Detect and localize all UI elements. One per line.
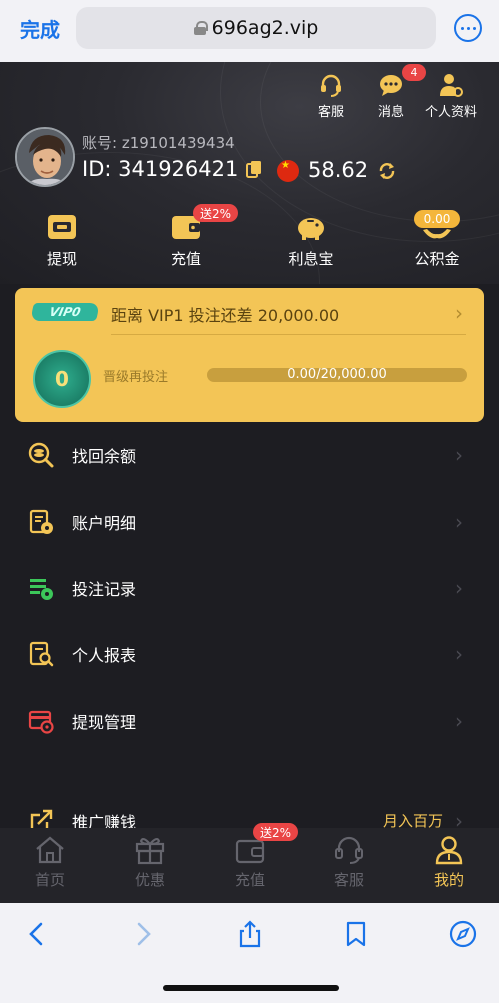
vip-goal-text: 距离 VIP1 投注还差 20,000.00 bbox=[111, 306, 340, 325]
tab-home[interactable]: 首页 bbox=[10, 834, 90, 890]
messages-shortcut[interactable]: 消息 bbox=[378, 72, 404, 120]
tab-offers-label: 优惠 bbox=[134, 871, 165, 889]
more-options-button[interactable] bbox=[454, 14, 482, 42]
report-search-icon bbox=[29, 642, 54, 667]
profile-shortcut[interactable]: 个人资料 bbox=[425, 72, 477, 120]
menu-item-label: 提现管理 bbox=[72, 712, 137, 732]
china-flag-icon bbox=[277, 160, 299, 182]
interest-action[interactable]: 利息宝 bbox=[266, 212, 356, 269]
messages-badge: 4 bbox=[402, 64, 426, 81]
url-bar[interactable]: 696ag2.vip bbox=[76, 7, 436, 49]
done-button[interactable]: 完成 bbox=[20, 14, 60, 43]
compass-icon[interactable] bbox=[448, 919, 478, 949]
vip-medal-level: 0 bbox=[55, 367, 69, 391]
withdraw-icon bbox=[48, 215, 76, 239]
interest-label: 利息宝 bbox=[288, 250, 334, 268]
search-coin-icon bbox=[28, 442, 54, 468]
document-icon bbox=[29, 509, 53, 534]
share-icon[interactable] bbox=[235, 919, 265, 949]
browser-top-bar: 完成 696ag2.vip bbox=[0, 0, 499, 62]
lock-icon bbox=[193, 21, 208, 35]
headset-icon bbox=[321, 74, 341, 97]
fund-label: 公积金 bbox=[414, 250, 460, 268]
piggy-bank-icon bbox=[298, 218, 324, 240]
tab-deposit[interactable]: 充值 bbox=[210, 834, 290, 890]
avatar[interactable] bbox=[15, 127, 75, 187]
tab-home-label: 首页 bbox=[34, 871, 65, 889]
headset-icon bbox=[335, 836, 363, 864]
tab-mine-label: 我的 bbox=[433, 871, 464, 889]
forward-icon[interactable] bbox=[128, 919, 158, 949]
chevron-right-icon: › bbox=[455, 708, 463, 733]
deposit-bonus-tag: 送2% bbox=[253, 823, 299, 841]
tab-service[interactable]: 客服 bbox=[309, 834, 389, 890]
service-shortcut[interactable]: 客服 bbox=[318, 72, 344, 120]
home-indicator bbox=[163, 985, 339, 991]
copy-icon[interactable] bbox=[246, 160, 262, 178]
user-id: ID: 341926421 bbox=[82, 157, 239, 181]
menu-item-account-detail[interactable]: 账户明细 › bbox=[0, 488, 499, 554]
chevron-right-icon: › bbox=[455, 443, 463, 468]
withdraw-action[interactable]: 提现 bbox=[17, 212, 107, 269]
vip-medal-icon: 0 bbox=[33, 350, 91, 408]
bottom-tab-bar: 首页 优惠 充值 送2% 客服 我的 bbox=[0, 823, 499, 903]
card-settings-icon bbox=[28, 710, 54, 734]
deposit-bonus-tag: 送2% bbox=[193, 204, 239, 222]
chevron-right-icon: › bbox=[455, 642, 463, 667]
menu-list: 找回余额 › 账户明细 › 投注记录 › 个人报表 › 提现管理 › 推广赚钱 … bbox=[0, 422, 499, 846]
chat-bubble-icon bbox=[380, 75, 402, 96]
vip-progress-text: 0.00/20,000.00 bbox=[287, 367, 387, 382]
wallet-balance: 58.62 bbox=[308, 158, 369, 182]
vip-upgrade-label: 晋级再投注 bbox=[103, 370, 169, 385]
url-text: 696ag2.vip bbox=[211, 17, 319, 39]
menu-item-withdraw-manage[interactable]: 提现管理 › bbox=[0, 688, 499, 754]
service-shortcut-label: 客服 bbox=[318, 105, 345, 120]
back-icon[interactable] bbox=[22, 919, 52, 949]
divider bbox=[111, 334, 466, 335]
chevron-right-icon: › bbox=[455, 575, 463, 600]
list-record-icon bbox=[30, 578, 53, 600]
tab-service-label: 客服 bbox=[333, 871, 364, 889]
profile-header: 客服 消息 4 个人资料 账号: z19101439434 ID: 341926… bbox=[0, 62, 499, 284]
deposit-label: 充值 bbox=[170, 250, 201, 268]
refresh-icon[interactable] bbox=[377, 161, 397, 181]
chevron-right-icon: › bbox=[455, 301, 463, 325]
tab-deposit-label: 充值 bbox=[234, 871, 265, 889]
tab-mine[interactable]: 我的 bbox=[409, 834, 489, 890]
menu-item-recover[interactable]: 找回余额 › bbox=[0, 422, 499, 488]
user-icon bbox=[435, 836, 463, 865]
menu-item-report[interactable]: 个人报表 › bbox=[0, 621, 499, 687]
vip-level-badge: VIP0 bbox=[30, 303, 100, 321]
user-id-row: ID: 341926421 bbox=[82, 157, 262, 181]
tab-offers[interactable]: 优惠 bbox=[110, 834, 190, 890]
withdraw-label: 提现 bbox=[46, 250, 77, 268]
home-icon bbox=[36, 836, 64, 864]
gift-icon bbox=[135, 838, 165, 865]
menu-item-label: 个人报表 bbox=[72, 646, 137, 666]
menu-item-label: 找回余额 bbox=[72, 447, 137, 467]
fund-amount-tag: 0.00 bbox=[414, 210, 460, 228]
bookmarks-icon[interactable] bbox=[341, 919, 371, 949]
menu-item-label: 投注记录 bbox=[72, 579, 137, 599]
chevron-right-icon: › bbox=[455, 509, 463, 534]
account-number: 账号: z19101439434 bbox=[82, 134, 235, 152]
messages-shortcut-label: 消息 bbox=[378, 105, 405, 120]
vip-card[interactable]: VIP0 距离 VIP1 投注还差 20,000.00 › 0 晋级再投注 0.… bbox=[15, 288, 484, 422]
menu-item-bet-record[interactable]: 投注记录 › bbox=[0, 555, 499, 621]
user-settings-icon bbox=[440, 74, 463, 97]
menu-item-label: 账户明细 bbox=[72, 513, 137, 533]
profile-shortcut-label: 个人资料 bbox=[425, 105, 478, 120]
